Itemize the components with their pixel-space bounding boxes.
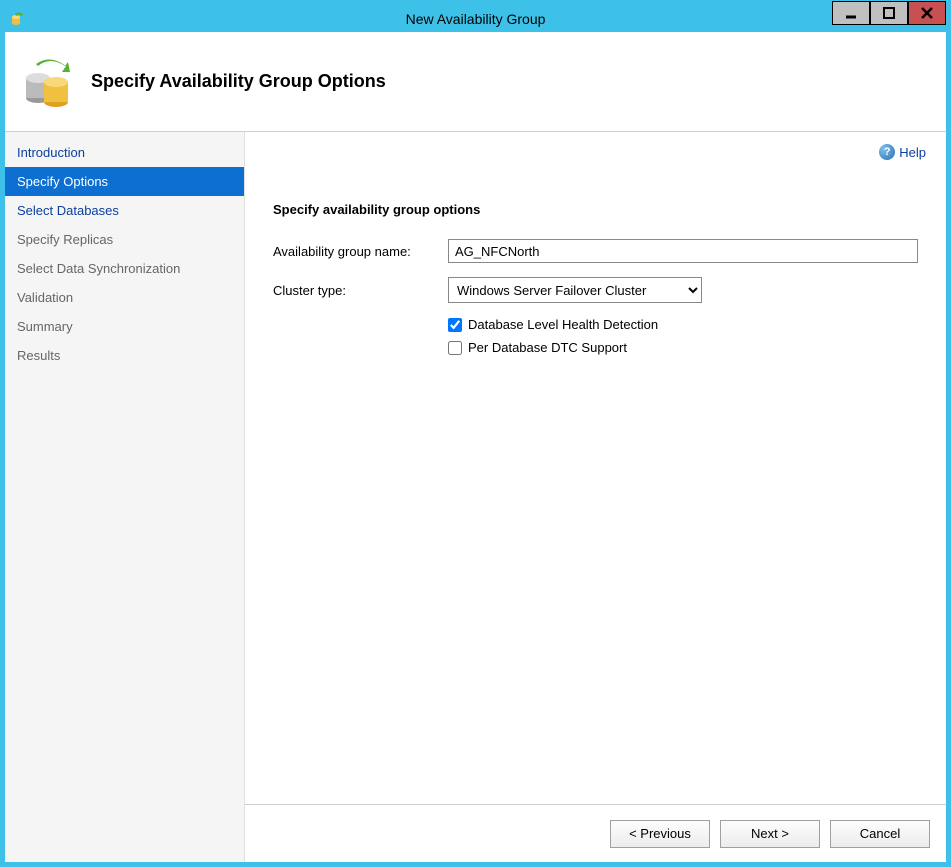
dtc-support-row: Per Database DTC Support	[448, 340, 918, 355]
group-name-input[interactable]	[448, 239, 918, 263]
close-button[interactable]	[908, 1, 946, 25]
sidebar-item-specify-options[interactable]: Specify Options	[5, 167, 244, 196]
window-title: New Availability Group	[406, 11, 546, 27]
sidebar-item-results[interactable]: Results	[5, 341, 244, 370]
sidebar-item-select-databases[interactable]: Select Databases	[5, 196, 244, 225]
next-button[interactable]: Next >	[720, 820, 820, 848]
wizard-header: Specify Availability Group Options	[5, 32, 946, 132]
sidebar-item-validation[interactable]: Validation	[5, 283, 244, 312]
sidebar-item-summary[interactable]: Summary	[5, 312, 244, 341]
help-link[interactable]: ? Help	[879, 144, 926, 160]
dtc-checkbox[interactable]	[448, 341, 462, 355]
sidebar-item-select-data-sync[interactable]: Select Data Synchronization	[5, 254, 244, 283]
previous-button[interactable]: < Previous	[610, 820, 710, 848]
help-label: Help	[899, 145, 926, 160]
cluster-type-select[interactable]: Windows Server Failover Cluster	[448, 277, 702, 303]
help-icon: ?	[879, 144, 895, 160]
dtc-label: Per Database DTC Support	[468, 340, 627, 355]
db-health-checkbox[interactable]	[448, 318, 462, 332]
wizard-body: Introduction Specify Options Select Data…	[5, 132, 946, 862]
wizard-main: ? Help Specify availability group option…	[245, 132, 946, 862]
wizard-icon	[13, 47, 83, 117]
wizard-sidebar: Introduction Specify Options Select Data…	[5, 132, 245, 862]
wizard-footer: < Previous Next > Cancel	[245, 804, 946, 862]
sidebar-item-specify-replicas[interactable]: Specify Replicas	[5, 225, 244, 254]
section-title: Specify availability group options	[273, 202, 918, 217]
page-title: Specify Availability Group Options	[91, 71, 386, 92]
app-icon	[9, 9, 29, 29]
sidebar-item-introduction[interactable]: Introduction	[5, 138, 244, 167]
window-controls	[832, 5, 946, 32]
cancel-button[interactable]: Cancel	[830, 820, 930, 848]
cluster-type-row: Cluster type: Windows Server Failover Cl…	[273, 277, 918, 303]
db-health-row: Database Level Health Detection	[448, 317, 918, 332]
minimize-button[interactable]	[832, 1, 870, 25]
content-area: Specify availability group options Avail…	[245, 132, 946, 804]
db-health-label: Database Level Health Detection	[468, 317, 658, 332]
group-name-row: Availability group name:	[273, 239, 918, 263]
wizard-window: New Availability Group	[0, 0, 951, 867]
cluster-type-label: Cluster type:	[273, 283, 448, 298]
titlebar: New Availability Group	[5, 5, 946, 32]
group-name-label: Availability group name:	[273, 244, 448, 259]
maximize-button[interactable]	[870, 1, 908, 25]
